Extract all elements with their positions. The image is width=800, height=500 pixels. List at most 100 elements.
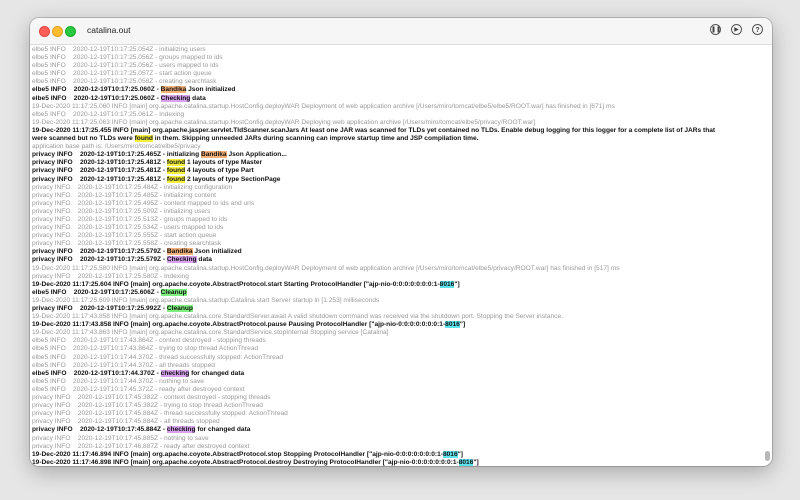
highlighted-keyword: checking [166, 426, 196, 434]
log-text: "] [473, 458, 479, 466]
log-text: Json initialized [186, 86, 236, 94]
title-bar: catalina.out ❚❚ ▶ ? [30, 18, 772, 45]
log-line: privacy INFO 2020-12-19T10:17:25.484Z - … [32, 184, 762, 192]
log-line: elbe5 INFO 2020-12-19T10:17:45.372Z - re… [32, 386, 762, 394]
log-text: privacy INFO 2020-12-19T10:17:25.481Z - [32, 159, 167, 167]
highlighted-keyword: checking [160, 369, 190, 377]
log-line: elbe5 INFO 2020-12-19T10:17:44.370Z - no… [32, 378, 762, 386]
help-button[interactable]: ? [752, 24, 763, 35]
log-line: privacy INFO 2020-12-19T10:17:45.382Z - … [32, 394, 762, 402]
log-line: privacy INFO 2020-12-19T10:17:25.465Z - … [32, 151, 762, 159]
log-text: privacy INFO 2020-12-19T10:17:45.382Z - … [32, 402, 263, 410]
log-text: elbe5 INFO 2020-12-19T10:17:44.370Z - al… [32, 361, 215, 369]
log-line: privacy INFO 2020-12-19T10:17:25.485Z - … [32, 192, 762, 200]
log-text: Json Application... [226, 151, 287, 159]
log-line: elbe5 INFO 2020-12-19T10:17:25.056Z - us… [32, 62, 762, 70]
log-text: privacy INFO 2020-12-19T10:17:25.579Z - [32, 248, 167, 256]
log-text: in them. Skipping unneeded JARs during s… [152, 135, 479, 143]
highlighted-keyword: 8016 [439, 280, 455, 288]
log-line: elbe5 INFO 2020-12-19T10:17:25.057Z - st… [32, 70, 762, 78]
log-text: elbe5 INFO 2020-12-19T10:17:45.372Z - re… [32, 385, 245, 393]
log-text: privacy INFO 2020-12-19T10:17:25.558Z - … [32, 240, 222, 248]
log-text: 19-Dec-2020 11:17:43.863 INFO [main] org… [32, 329, 389, 337]
log-text: privacy INFO 2020-12-19T10:17:45.885Z - … [32, 434, 209, 442]
log-text: 19-Dec-2020 11:17:25.604 INFO [main] org… [32, 280, 440, 288]
log-text: 19-Dec-2020 11:17:25.580 INFO [main] org… [32, 264, 620, 272]
minimize-button[interactable] [52, 26, 63, 37]
next-icon[interactable]: ▶ [731, 24, 742, 35]
log-line: privacy INFO 2020-12-19T10:17:25.580Z - … [32, 273, 762, 281]
log-line: 19-Dec-2020 11:17:46.898 INFO [main] org… [32, 458, 762, 466]
log-text: privacy INFO 2020-12-19T10:17:25.485Z - … [32, 191, 216, 199]
close-button[interactable] [39, 26, 50, 37]
log-line: 19-Dec-2020 11:17:43.863 INFO [main] org… [32, 329, 762, 337]
log-line: privacy INFO 2020-12-19T10:17:25.558Z - … [32, 240, 762, 248]
log-line: elbe5 INFO 2020-12-19T10:17:43.864Z - tr… [32, 345, 762, 353]
highlighted-keyword: 8016 [445, 321, 460, 329]
log-line: privacy INFO 2020-12-19T10:17:25.579Z - … [32, 248, 762, 256]
log-text: data [196, 256, 212, 264]
log-line: privacy INFO 2020-12-19T10:17:25.534Z - … [32, 224, 762, 232]
log-line: 19-Dec-2020 11:17:25.580 INFO [main] org… [32, 265, 762, 273]
log-line: 19-Dec-2020 11:17:25.060 INFO [main] org… [32, 103, 762, 111]
log-text: elbe5 INFO 2020-12-19T10:17:25.056Z - gr… [32, 54, 223, 62]
log-text: privacy INFO 2020-12-19T10:17:25.992Z - [32, 305, 167, 312]
highlighted-keyword: Bandika [166, 248, 193, 256]
highlighted-keyword: found [166, 167, 186, 175]
log-line: elbe5 INFO 2020-12-19T10:17:25.054Z - in… [32, 46, 762, 54]
log-text: 4 layouts of type Part [185, 167, 254, 175]
pause-icon[interactable]: ❚❚ [710, 24, 721, 35]
log-text: 19-Dec-2020 11:17:25.060 INFO [main] org… [32, 102, 615, 110]
log-text: privacy INFO 2020-12-19T10:17:45.884Z - … [32, 418, 220, 426]
log-text: privacy INFO 2020-12-19T10:17:25.509Z - … [32, 207, 211, 215]
log-line: privacy INFO 2020-12-19T10:17:25.992Z - … [32, 305, 762, 313]
highlighted-keyword: found [166, 159, 186, 167]
log-text: privacy INFO 2020-12-19T10:17:46.887Z - … [32, 442, 250, 450]
log-line: application base path is: /Users/miro/to… [32, 143, 762, 151]
log-line: elbe5 INFO 2020-12-19T10:17:25.056Z - gr… [32, 54, 762, 62]
log-text: elbe5 INFO 2020-12-19T10:17:25.060Z - [32, 94, 161, 102]
log-text: privacy INFO 2020-12-19T10:17:25.513Z - … [32, 215, 228, 223]
highlighted-keyword: 8016 [458, 458, 474, 466]
log-text: data [190, 94, 206, 102]
log-line: privacy INFO 2020-12-19T10:17:25.509Z - … [32, 208, 762, 216]
log-line: 19-Dec-2020 11:17:46.894 INFO [main] org… [32, 450, 762, 459]
log-line: 19-Dec-2020 11:17:25.455 INFO [main] org… [32, 127, 762, 135]
log-text: elbe5 INFO 2020-12-19T10:17:25.058Z - cr… [32, 78, 217, 86]
log-line: privacy INFO 2020-12-19T10:17:45.884Z - … [32, 426, 762, 434]
log-text: elbe5 INFO 2020-12-19T10:17:43.864Z - tr… [32, 345, 259, 353]
log-text: for changed data [189, 369, 245, 377]
log-line: privacy INFO 2020-12-19T10:17:45.885Z - … [32, 435, 762, 443]
log-line: privacy INFO 2020-12-19T10:17:25.495Z - … [32, 200, 762, 208]
scrollbar-thumb[interactable] [765, 451, 770, 461]
log-text: privacy INFO 2020-12-19T10:17:25.481Z - [32, 175, 167, 183]
log-content[interactable]: elbe5 INFO 2020-12-19T10:17:25.054Z - in… [32, 46, 762, 466]
log-line: elbe5 INFO 2020-12-19T10:17:44.370Z - ch… [32, 369, 762, 378]
vertical-scrollbar[interactable] [764, 46, 770, 464]
log-text: 2 layouts of type SectionPage [185, 175, 281, 183]
log-line: elbe5 INFO 2020-12-19T10:17:43.864Z - co… [32, 337, 762, 345]
log-text: "] [454, 280, 460, 288]
highlighted-keyword: Cleanup [166, 305, 193, 312]
log-text: 19-Dec-2020 11:17:46.898 INFO [main] org… [32, 458, 459, 466]
log-text: 19-Dec-2020 11:17:46.894 INFO [main] org… [32, 450, 443, 458]
log-line: privacy INFO 2020-12-19T10:17:25.481Z - … [32, 175, 762, 184]
log-text: elbe5 INFO 2020-12-19T10:17:25.606Z - [32, 288, 161, 296]
zoom-button[interactable] [65, 26, 76, 37]
log-line: 19-Dec-2020 11:17:25.063 INFO [main] org… [32, 119, 762, 127]
log-text: 1 layouts of type Master [185, 159, 263, 167]
highlighted-keyword: Bandika [160, 86, 187, 94]
log-line: privacy INFO 2020-12-19T10:17:45.884Z - … [32, 410, 762, 418]
log-text: 19-Dec-2020 11:17:25.609 INFO [main] org… [32, 296, 380, 304]
log-line: elbe5 INFO 2020-12-19T10:17:25.060Z - Ch… [32, 94, 762, 103]
log-text: privacy INFO 2020-12-19T10:17:45.884Z - … [32, 410, 288, 418]
log-text: "] [457, 450, 463, 458]
log-line: elbe5 INFO 2020-12-19T10:17:25.606Z - Cl… [32, 288, 762, 297]
log-text: privacy INFO 2020-12-19T10:17:25.481Z - [32, 167, 167, 175]
log-line: elbe5 INFO 2020-12-19T10:17:25.061Z - In… [32, 111, 762, 119]
log-text: 19-Dec-2020 11:17:25.063 INFO [main] org… [32, 118, 536, 126]
log-text: privacy INFO 2020-12-19T10:17:25.465Z - … [32, 151, 201, 159]
log-text: elbe5 INFO 2020-12-19T10:17:44.370Z - no… [32, 377, 204, 385]
log-line: 19-Dec-2020 11:17:43.858 INFO [main] org… [32, 313, 762, 321]
log-text: privacy INFO 2020-12-19T10:17:25.484Z - … [32, 183, 233, 191]
